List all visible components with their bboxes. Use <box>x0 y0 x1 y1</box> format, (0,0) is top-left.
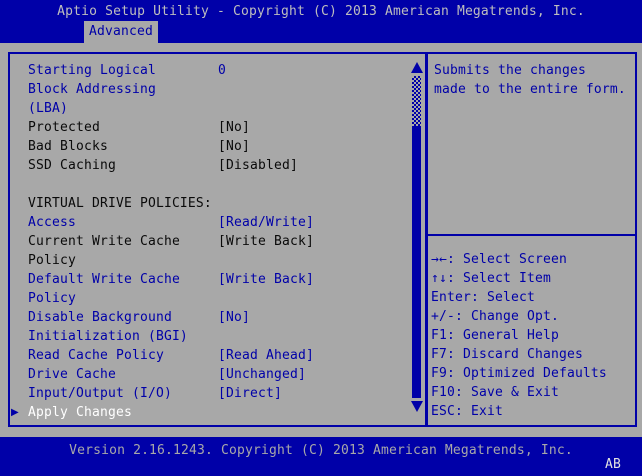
setting-value: 0 <box>218 63 226 78</box>
setting-value: [No] <box>218 310 250 325</box>
settings-list: Starting Logical 0 Block Addressing (LBA… <box>10 61 410 422</box>
setting-value: [Write Back] <box>218 234 314 249</box>
setting-row-disable-bgi[interactable]: Disable Background [No] <box>10 308 410 327</box>
scroll-down-icon[interactable] <box>411 401 423 412</box>
scrollbar-track[interactable] <box>412 76 421 126</box>
setting-row-read-cache-policy[interactable]: Read Cache Policy [Read Ahead] <box>10 346 410 365</box>
setting-row-bad-blocks[interactable]: Bad Blocks [No] <box>10 137 410 156</box>
shortcut-f9-optimized-defaults: F9: Optimized Defaults <box>431 366 607 381</box>
setting-row-drive-cache[interactable]: Drive Cache [Unchanged] <box>10 365 410 384</box>
setting-label: Default Write Cache <box>28 272 180 287</box>
setting-label: Policy <box>28 253 76 268</box>
setting-value: [Direct] <box>218 386 282 401</box>
help-line: Submits the changes <box>434 63 586 78</box>
setting-value: [Unchanged] <box>218 367 306 382</box>
shortcut-enter-select: Enter: Select <box>431 290 535 305</box>
app-title: Aptio Setup Utility - Copyright (C) 2013… <box>57 4 585 19</box>
setting-value: [Read Ahead] <box>218 348 314 363</box>
setting-label: Initialization (BGI) <box>28 329 188 344</box>
bios-setup-screen: Aptio Setup Utility - Copyright (C) 2013… <box>0 0 642 476</box>
version-text: Version 2.16.1243. Copyright (C) 2013 Am… <box>69 443 573 458</box>
setting-label: Drive Cache <box>28 367 116 382</box>
setting-label: Apply Changes <box>28 405 132 420</box>
setting-label: Current Write Cache <box>28 234 180 249</box>
setting-label: Disable Background <box>28 310 172 325</box>
setting-value: [Write Back] <box>218 272 314 287</box>
setting-row-starting-lba[interactable]: Starting Logical 0 <box>10 61 410 80</box>
tab-advanced[interactable]: Advanced <box>84 21 158 43</box>
setting-value: [Disabled] <box>218 158 298 173</box>
key-legend: →←: Select Screen ↑↓: Select Item Enter:… <box>431 250 607 421</box>
setting-value: [No] <box>218 120 250 135</box>
help-divider <box>428 234 635 236</box>
setting-label: Block Addressing <box>28 82 156 97</box>
setting-row-ssd-caching[interactable]: SSD Caching [Disabled] <box>10 156 410 175</box>
shortcut-change-opt: +/-: Change Opt. <box>431 309 559 324</box>
section-heading-virtual-drive-policies: VIRTUAL DRIVE POLICIES: <box>10 194 410 213</box>
help-line: made to the entire form. <box>434 82 626 97</box>
setting-label: Access <box>28 215 76 230</box>
setting-row-continuation: Policy <box>10 251 410 270</box>
setting-label: Protected <box>28 120 100 135</box>
setting-row-protected[interactable]: Protected [No] <box>10 118 410 137</box>
setting-row-apply-changes-selected[interactable]: ▶ Apply Changes <box>10 403 410 422</box>
setting-label: Policy <box>28 291 76 306</box>
spacer-row <box>10 175 410 194</box>
shortcut-f1-general-help: F1: General Help <box>431 328 559 343</box>
setting-row-default-write-cache[interactable]: Default Write Cache [Write Back] <box>10 270 410 289</box>
setting-label: SSD Caching <box>28 158 116 173</box>
setting-row-continuation: Block Addressing <box>10 80 410 99</box>
setting-label: Input/Output (I/O) <box>28 386 172 401</box>
submenu-arrow-icon: ▶ <box>11 407 19 418</box>
setting-row-continuation: Policy <box>10 289 410 308</box>
footer-badge: AB <box>605 457 621 472</box>
setting-label: Bad Blocks <box>28 139 108 154</box>
setting-label: Starting Logical <box>28 63 156 78</box>
setting-row-continuation: Initialization (BGI) <box>10 327 410 346</box>
scroll-up-icon[interactable] <box>411 62 423 73</box>
setting-label: (LBA) <box>28 101 68 116</box>
panel-divider <box>425 52 428 427</box>
setting-row-input-output[interactable]: Input/Output (I/O) [Direct] <box>10 384 410 403</box>
scrollbar-thumb[interactable] <box>412 126 421 398</box>
setting-value: [Read/Write] <box>218 215 314 230</box>
header-bar: Aptio Setup Utility - Copyright (C) 2013… <box>0 0 642 43</box>
setting-row-access[interactable]: Access [Read/Write] <box>10 213 410 232</box>
setting-label: Read Cache Policy <box>28 348 164 363</box>
shortcut-esc-exit: ESC: Exit <box>431 404 503 419</box>
shortcut-select-screen: →←: Select Screen <box>431 252 567 267</box>
setting-row-current-write-cache[interactable]: Current Write Cache [Write Back] <box>10 232 410 251</box>
shortcut-f7-discard-changes: F7: Discard Changes <box>431 347 583 362</box>
shortcut-f10-save-exit: F10: Save & Exit <box>431 385 559 400</box>
section-heading-label: VIRTUAL DRIVE POLICIES: <box>28 196 212 211</box>
shortcut-select-item: ↑↓: Select Item <box>431 271 551 286</box>
help-description: Submits the changes made to the entire f… <box>434 61 626 99</box>
setting-row-continuation: (LBA) <box>10 99 410 118</box>
setting-value: [No] <box>218 139 250 154</box>
footer-bar: Version 2.16.1243. Copyright (C) 2013 Am… <box>0 437 642 476</box>
